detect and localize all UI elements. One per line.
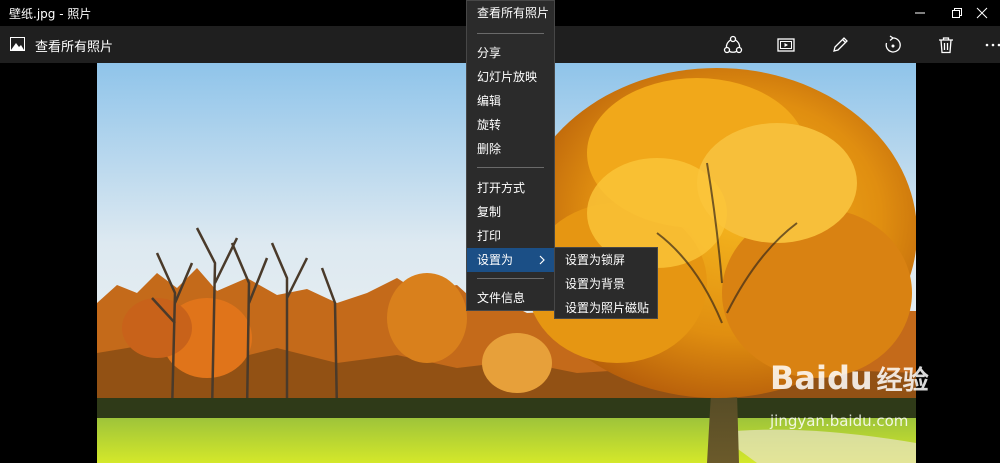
menu-item-open-with[interactable]: 打开方式 bbox=[467, 176, 554, 200]
menu-separator bbox=[477, 33, 544, 34]
window-title: 壁纸.jpg - 照片 bbox=[9, 7, 92, 21]
menu-item-set-as-label: 设置为 bbox=[477, 253, 514, 267]
watermark-suffix: 经验 bbox=[876, 366, 929, 396]
menu-item-edit[interactable]: 编辑 bbox=[467, 89, 554, 113]
close-icon bbox=[976, 7, 988, 19]
minimize-icon bbox=[915, 12, 925, 14]
rotate-button[interactable] bbox=[880, 32, 906, 58]
chevron-right-icon bbox=[539, 255, 545, 265]
menu-item-share[interactable]: 分享 bbox=[467, 41, 554, 65]
photos-app-icon bbox=[10, 37, 25, 51]
trash-icon bbox=[939, 37, 953, 54]
back-to-all-photos[interactable]: 查看所有照片 bbox=[35, 36, 113, 55]
minimize-button[interactable] bbox=[900, 0, 940, 26]
menu-item-set-as[interactable]: 设置为 bbox=[467, 248, 554, 272]
context-menu: 查看所有照片 分享 幻灯片放映 编辑 旋转 删除 打开方式 复制 打印 设置为 … bbox=[466, 0, 555, 311]
menu-item-file-info[interactable]: 文件信息 bbox=[467, 286, 554, 310]
menu-separator bbox=[477, 167, 544, 168]
set-as-submenu: 设置为锁屏 设置为背景 设置为照片磁贴 bbox=[554, 247, 658, 319]
menu-item-view-all-photos[interactable]: 查看所有照片 bbox=[467, 1, 554, 25]
menu-separator bbox=[477, 278, 544, 279]
watermark-url: jingyan.baidu.com bbox=[770, 412, 909, 430]
watermark-brand: Baidu bbox=[770, 359, 873, 397]
menu-item-slideshow[interactable]: 幻灯片放映 bbox=[467, 65, 554, 89]
submenu-item-background[interactable]: 设置为背景 bbox=[555, 272, 657, 296]
edit-button[interactable] bbox=[827, 32, 853, 58]
menu-item-delete[interactable]: 删除 bbox=[467, 137, 554, 161]
share-button[interactable] bbox=[720, 32, 746, 58]
delete-button[interactable] bbox=[933, 32, 959, 58]
menu-item-print[interactable]: 打印 bbox=[467, 224, 554, 248]
close-button[interactable] bbox=[962, 0, 1000, 26]
submenu-item-lock-screen[interactable]: 设置为锁屏 bbox=[555, 248, 657, 272]
slideshow-icon bbox=[777, 38, 795, 52]
rotate-icon bbox=[885, 35, 901, 53]
pencil-icon bbox=[833, 37, 848, 52]
menu-item-rotate[interactable]: 旋转 bbox=[467, 113, 554, 137]
more-options-button[interactable] bbox=[980, 32, 1000, 58]
more-icon bbox=[985, 43, 1000, 47]
slideshow-button[interactable] bbox=[773, 32, 799, 58]
submenu-item-photo-tile[interactable]: 设置为照片磁贴 bbox=[555, 296, 657, 320]
menu-item-copy[interactable]: 复制 bbox=[467, 200, 554, 224]
share-icon bbox=[723, 35, 743, 54]
